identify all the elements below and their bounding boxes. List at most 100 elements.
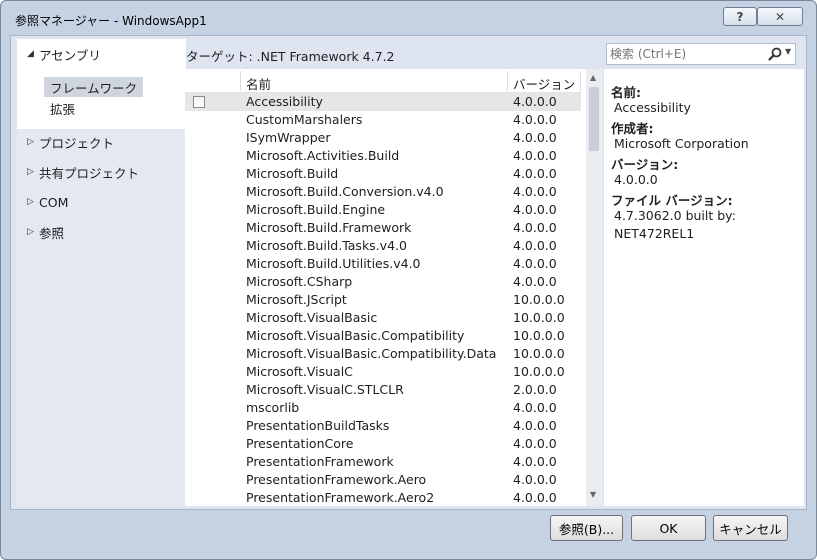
table-row[interactable]: Microsoft.Build.Engine 4.0.0.0 <box>185 201 581 219</box>
assembly-version: 10.0.0.0 <box>513 346 565 361</box>
table-row[interactable]: PresentationFramework.Aero 4.0.0.0 <box>185 471 581 489</box>
table-row[interactable]: Microsoft.Activities.Build 4.0.0.0 <box>185 147 581 165</box>
dialog-client-area: ◢ アセンブリ フレームワーク 拡張 ▷ プロジェクト ▷ 共有プロジェクト ▷… <box>10 35 807 510</box>
table-row[interactable]: PresentationFramework.Aero2 4.0.0.0 <box>185 489 581 506</box>
detail-file-version-line1: 4.7.3062.0 built by: <box>614 208 736 223</box>
search-box[interactable]: ▼ <box>606 43 796 65</box>
table-row[interactable]: Microsoft.Build.Conversion.v4.0 4.0.0.0 <box>185 183 581 201</box>
assembly-name: Microsoft.VisualC <box>246 364 353 379</box>
table-row[interactable]: Microsoft.VisualBasic.Compatibility.Data… <box>185 345 581 363</box>
expanded-arrow-icon: ◢ <box>27 49 34 59</box>
table-row[interactable]: Accessibility 4.0.0.0 <box>185 93 581 111</box>
category-nav: ◢ アセンブリ フレームワーク 拡張 ▷ プロジェクト ▷ 共有プロジェクト ▷… <box>17 39 186 507</box>
table-row[interactable]: PresentationCore 4.0.0.0 <box>185 435 581 453</box>
nav-item-extensions[interactable]: 拡張 <box>44 98 81 118</box>
assembly-name: Microsoft.Build.Framework <box>246 220 412 235</box>
table-row[interactable]: Microsoft.Build.Framework 4.0.0.0 <box>185 219 581 237</box>
title-bar[interactable]: 参照マネージャー - WindowsApp1 ? ✕ <box>1 1 816 35</box>
table-row[interactable]: PresentationFramework 4.0.0.0 <box>185 453 581 471</box>
assembly-version: 10.0.0.0 <box>513 310 565 325</box>
detail-version-value: 4.0.0.0 <box>614 172 658 187</box>
table-row[interactable]: ISymWrapper 4.0.0.0 <box>185 129 581 147</box>
assembly-rows: Accessibility 4.0.0.0 CustomMarshalers 4.0.… <box>185 93 581 506</box>
nav-group-projects[interactable]: ▷ プロジェクト <box>27 132 114 152</box>
assembly-version: 4.0.0.0 <box>513 436 557 451</box>
table-row[interactable]: Microsoft.VisualBasic 10.0.0.0 <box>185 309 581 327</box>
nav-group-label: 共有プロジェクト <box>39 165 140 181</box>
search-icon[interactable] <box>767 46 783 62</box>
assembly-version: 4.0.0.0 <box>513 202 557 217</box>
window-title: 参照マネージャー - WindowsApp1 <box>15 14 207 28</box>
detail-name-label: 名前: <box>611 85 641 100</box>
search-input[interactable] <box>610 45 760 63</box>
detail-author-value: Microsoft Corporation <box>614 136 749 151</box>
browse-button[interactable]: 参照(B)... <box>550 515 623 541</box>
table-row[interactable]: Microsoft.Build.Tasks.v4.0 4.0.0.0 <box>185 237 581 255</box>
nav-group-label: COM <box>39 194 69 210</box>
assembly-list: 名前 バージョン Accessibility 4.0.0.0 CustomMarsh… <box>185 69 603 506</box>
assembly-version: 10.0.0.0 <box>513 364 565 379</box>
cancel-button[interactable]: キャンセル <box>713 515 788 541</box>
assembly-version: 4.0.0.0 <box>513 400 557 415</box>
assembly-version: 4.0.0.0 <box>513 112 557 127</box>
detail-name-value: Accessibility <box>614 100 691 115</box>
assembly-name: Microsoft.CSharp <box>246 274 353 289</box>
assembly-name: PresentationCore <box>246 436 354 451</box>
assembly-version: 4.0.0.0 <box>513 166 557 181</box>
nav-group-assemblies[interactable]: ◢ アセンブリ <box>27 44 101 64</box>
table-row[interactable]: Microsoft.Build 4.0.0.0 <box>185 165 581 183</box>
nav-group-label: プロジェクト <box>39 135 115 151</box>
assembly-name: Microsoft.Build.Conversion.v4.0 <box>246 184 444 199</box>
table-row[interactable]: Microsoft.Build.Utilities.v4.0 4.0.0.0 <box>185 255 581 273</box>
scrollbar-thumb[interactable] <box>589 87 599 151</box>
assembly-version: 4.0.0.0 <box>513 472 557 487</box>
assembly-name: ISymWrapper <box>246 130 331 145</box>
assembly-name: Microsoft.VisualBasic.Compatibility.Data <box>246 346 497 361</box>
vertical-scrollbar[interactable]: ▲ ▼ <box>586 69 603 506</box>
column-header-version[interactable]: バージョン <box>513 74 575 93</box>
collapsed-arrow-icon: ▷ <box>27 137 34 147</box>
assembly-name: Microsoft.VisualBasic.Compatibility <box>246 328 465 343</box>
assembly-name: PresentationBuildTasks <box>246 418 390 433</box>
table-row[interactable]: Microsoft.VisualBasic.Compatibility 10.0.… <box>185 327 581 345</box>
scroll-down-arrow-icon[interactable]: ▼ <box>590 490 596 499</box>
assembly-version: 4.0.0.0 <box>513 238 557 253</box>
column-header-name[interactable]: 名前 <box>246 74 271 93</box>
collapsed-arrow-icon: ▷ <box>27 167 34 177</box>
table-row[interactable]: PresentationBuildTasks 4.0.0.0 <box>185 417 581 435</box>
column-separator[interactable] <box>240 71 241 91</box>
help-icon: ? <box>736 9 744 24</box>
nav-group-browse[interactable]: ▷ 参照 <box>27 222 64 242</box>
assembly-version: 4.0.0.0 <box>513 454 557 469</box>
close-button[interactable]: ✕ <box>757 7 803 26</box>
scroll-up-arrow-icon[interactable]: ▲ <box>590 73 596 82</box>
assembly-version: 4.0.0.0 <box>513 94 557 109</box>
assembly-name: CustomMarshalers <box>246 112 363 127</box>
assembly-name: PresentationFramework.Aero2 <box>246 490 435 505</box>
assembly-name: Microsoft.Build <box>246 166 339 181</box>
detail-author-label: 作成者: <box>611 121 654 136</box>
reference-manager-window: 参照マネージャー - WindowsApp1 ? ✕ ◢ アセンブリ フレームワ… <box>0 0 817 560</box>
detail-file-version-label: ファイル バージョン: <box>611 193 733 208</box>
assembly-version: 4.0.0.0 <box>513 418 557 433</box>
table-row[interactable]: Microsoft.CSharp 4.0.0.0 <box>185 273 581 291</box>
ok-button[interactable]: OK <box>631 515 706 541</box>
table-row[interactable]: mscorlib 4.0.0.0 <box>185 399 581 417</box>
nav-group-shared-projects[interactable]: ▷ 共有プロジェクト <box>27 162 139 182</box>
assembly-version: 10.0.0.0 <box>513 328 565 343</box>
table-row[interactable]: CustomMarshalers 4.0.0.0 <box>185 111 581 129</box>
nav-item-label: 拡張 <box>50 101 76 117</box>
include-checkbox[interactable] <box>193 96 205 108</box>
column-separator[interactable] <box>507 71 508 91</box>
assembly-version: 4.0.0.0 <box>513 490 557 505</box>
nav-group-com[interactable]: ▷ COM <box>27 192 68 212</box>
nav-item-framework[interactable]: フレームワーク <box>44 77 144 97</box>
table-row[interactable]: Microsoft.VisualC.STLCLR 2.0.0.0 <box>185 381 581 399</box>
help-button[interactable]: ? <box>723 7 757 26</box>
search-options-dropdown-icon[interactable]: ▼ <box>785 47 791 56</box>
column-separator[interactable] <box>580 71 581 91</box>
table-row[interactable]: Microsoft.VisualC 10.0.0.0 <box>185 363 581 381</box>
assembly-version: 4.0.0.0 <box>513 184 557 199</box>
table-row[interactable]: Microsoft.JScript 10.0.0.0 <box>185 291 581 309</box>
close-icon: ✕ <box>774 9 786 24</box>
